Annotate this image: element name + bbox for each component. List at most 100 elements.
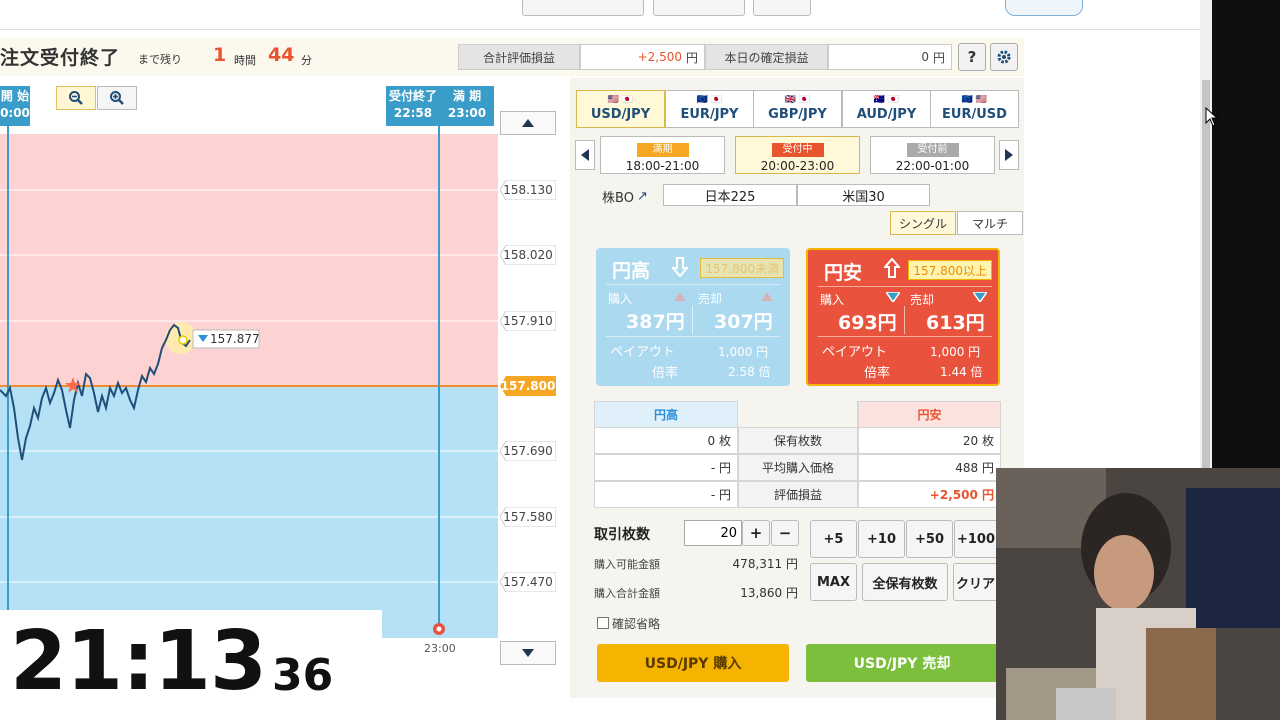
help-button[interactable]: ? [958,43,986,71]
zoom-out-button[interactable] [56,86,96,110]
qty-input[interactable] [684,520,742,546]
triangle-down-icon [522,649,534,657]
inc-5-button[interactable]: +5 [810,520,857,558]
confirm-skip-checkbox[interactable] [597,617,609,629]
scroll-down-button[interactable] [500,641,556,665]
currency-tab-eurjpy[interactable]: 🇪🇺 🇯🇵 EUR/JPY [665,90,754,128]
price-chart[interactable]: 157.877 23:00 [0,78,580,660]
max-button[interactable]: MAX [810,563,857,601]
clock-time: 21:13 [10,614,267,709]
high-condition: 157.800未満 [700,258,784,278]
today-pl-amount: 0 [921,50,929,64]
low-sell-price[interactable]: 613円 [926,308,985,335]
flag-icon: 🇬🇧 🇯🇵 [784,95,811,105]
start-label: 開 始 [0,89,30,103]
currency-tab-eurusd[interactable]: 🇪🇺 🇺🇸 EUR/USD [930,90,1019,128]
currency-tab-gbpjpy[interactable]: 🇬🇧 🇯🇵 GBP/JPY [753,90,842,128]
clear-button[interactable]: クリア [953,563,998,601]
remaining-hours: 1 [213,44,227,66]
triangle-down-icon [886,292,900,302]
high-option-card[interactable]: 円高 157.800未満 購入 売却 387円 307円 ペイアウト 1,000… [596,248,790,386]
buy-button[interactable]: USD/JPY 購入 [597,644,789,682]
holdings-high-cell: - 円 [594,454,738,481]
flag-icon: 🇦🇺 🇯🇵 [873,95,900,105]
external-link-icon: ↗ [636,189,648,204]
scroll-up-button[interactable] [500,111,556,135]
top-nav [0,0,1212,30]
settings-button[interactable] [990,43,1018,71]
price-tick: 157.580 [500,507,556,527]
stock-bo-link[interactable]: 株BO ↗ [602,187,648,206]
zoom-in-button[interactable] [97,86,137,110]
high-sell-price[interactable]: 307円 [714,307,773,334]
qty-plus-button[interactable]: + [742,520,770,546]
holdings-low-header: 円安 [858,401,1001,428]
minutes-unit: 分 [301,54,312,67]
low-option-card[interactable]: 円安 157.800以上 購入 売却 693円 613円 ペイアウト 1,000… [806,248,1000,386]
sell-button[interactable]: USD/JPY 売却 [806,644,998,682]
triangle-up-icon [761,292,773,301]
close-expiry-box: 受付終了 22:58 満 期 23:00 [386,86,494,126]
low-buy-price[interactable]: 693円 [838,308,897,335]
confirm-skip-label: 確認省略 [612,617,661,631]
slot-tab[interactable]: 満期 18:00-21:00 [600,136,725,174]
strike-price-tag: 157.800 [500,376,556,396]
us30-button[interactable]: 米国30 [797,184,930,206]
holdings-high-header: 円高 [594,401,738,428]
currency-tab-audjpy[interactable]: 🇦🇺 🇯🇵 AUD/JPY [842,90,931,128]
holdings-label: 平均購入価格 [738,454,858,481]
slot-next-button[interactable] [999,140,1019,170]
holdings-label: 保有枚数 [738,427,858,454]
today-pl-unit: 円 [932,50,945,65]
flag-icon: 🇺🇸 🇯🇵 [607,95,634,105]
top-nav-button[interactable] [653,0,745,16]
inc-100-button[interactable]: +100 [954,520,998,558]
top-nav-button[interactable] [522,0,644,16]
price-tick: 158.020 [500,245,556,265]
triangle-down-icon [973,292,987,302]
holdings-high-cell: - 円 [594,481,738,508]
holdings-low-cell: +2,500 円 [858,481,1001,508]
expiry-label: 満 期 [452,89,482,103]
slot-prev-button[interactable] [575,140,595,170]
inc-10-button[interactable]: +10 [858,520,905,558]
webcam-overlay [996,468,1280,720]
top-nav-button[interactable] [1005,0,1083,16]
today-pl-value: 0 円 [828,44,952,70]
price-tick: 158.130 [500,180,556,200]
holdings-low-cell: 488 円 [858,454,1001,481]
top-nav-button[interactable] [753,0,811,16]
slot-tab[interactable]: 受付前 22:00-01:00 [870,136,995,174]
qty-minus-button[interactable]: − [771,520,799,546]
current-price-dot [178,335,188,345]
low-title: 円安 [824,262,863,284]
triangle-right-icon [1005,149,1013,161]
all-holdings-button[interactable]: 全保有枚数 [862,563,948,601]
webcam-image [996,468,1280,720]
available-label: 購入可能金額 [594,558,660,571]
holdings-high-cell: 0 枚 [594,427,738,454]
currency-tab-usdjpy[interactable]: 🇺🇸 🇯🇵 USD/JPY [576,90,665,128]
high-buy-price[interactable]: 387円 [626,307,685,334]
hours-unit: 時間 [234,54,256,67]
gear-icon [997,50,1011,64]
slot-tab[interactable]: 受付中 20:00-23:00 [735,136,860,174]
available-value: 478,311 円 [732,557,798,571]
price-tick: 157.690 [500,441,556,461]
help-icon: ? [967,48,977,66]
start-time-box: 開 始 0:00 [0,86,30,126]
total-label: 購入合計金額 [594,587,660,600]
scrollbar-thumb[interactable] [1202,80,1210,468]
price-tick: 157.470 [500,572,556,592]
total-eval-value: +2,500 円 [580,44,705,70]
close-time: 22:58 [393,106,433,120]
zoom-in-icon [110,91,124,105]
total-eval-amount: +2,500 [637,50,682,64]
mode-single-button[interactable]: シングル [890,211,956,235]
order-status-title: 注文受付終了 [0,47,121,69]
arrow-up-icon [884,258,900,278]
nikkei225-button[interactable]: 日本225 [663,184,797,206]
qty-label: 取引枚数 [594,527,650,543]
inc-50-button[interactable]: +50 [906,520,953,558]
mode-multi-button[interactable]: マルチ [957,211,1023,235]
